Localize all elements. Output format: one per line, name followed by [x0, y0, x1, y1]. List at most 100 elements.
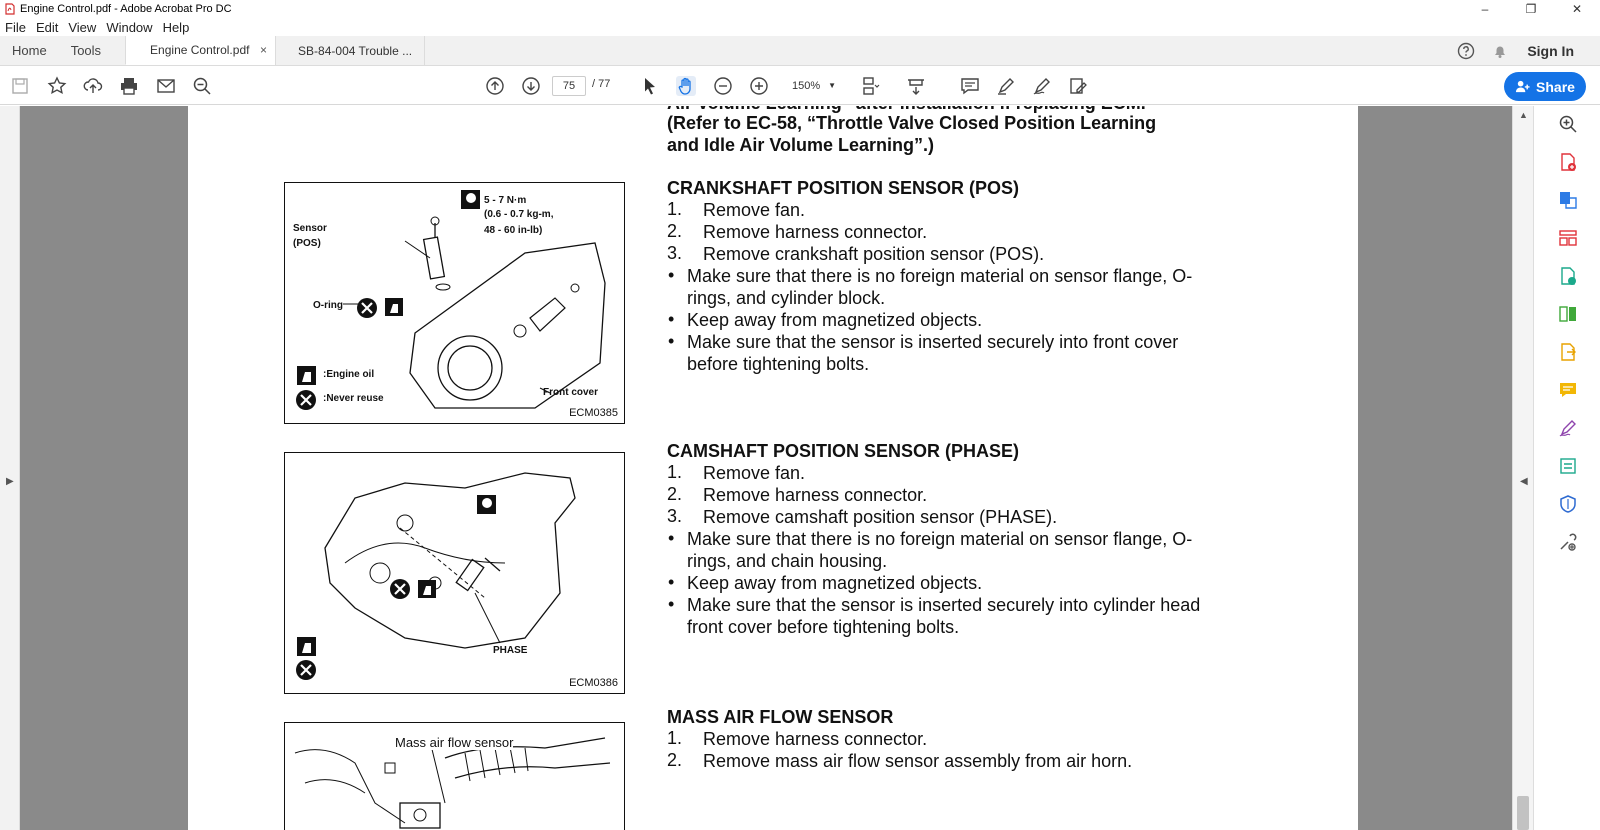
step-number: 1. [667, 199, 683, 219]
figure-ecm0385: 5 - 7 N·m (0.6 - 0.7 kg-m, 48 - 60 in-lb… [284, 182, 625, 424]
share-button[interactable]: Share [1504, 72, 1586, 101]
maf-sensor-label: Mass air flow sensor [395, 735, 514, 750]
step-text: Remove harness connector. [703, 222, 928, 242]
tab-label: SB-84-004 Trouble ... [298, 43, 413, 58]
export-pdf-icon[interactable] [1558, 152, 1578, 172]
close-window-button[interactable]: ✕ [1554, 0, 1600, 18]
tools-pane [1533, 106, 1600, 830]
zoom-out-icon[interactable] [713, 76, 733, 96]
menu-window[interactable]: Window [101, 20, 157, 35]
tab-label: Engine Control.pdf [150, 43, 250, 57]
zoom-in-icon[interactable] [749, 76, 769, 96]
vertical-scrollbar[interactable]: ▲ ◀ [1512, 106, 1533, 830]
edit-pdf-icon[interactable] [1558, 266, 1578, 286]
tab-sb-84-004[interactable]: SB-84-004 Trouble ... [275, 36, 426, 65]
bullet: • [668, 331, 675, 351]
bullet-text: Keep away from magnetized objects. [687, 573, 983, 593]
organize-pages-icon[interactable] [1558, 228, 1578, 248]
collapse-right-icon[interactable]: ◀ [1520, 476, 1528, 487]
upload-cloud-icon[interactable] [83, 76, 103, 96]
tab-engine-control[interactable]: Engine Control.pdf × [125, 36, 276, 65]
step-text: Remove fan. [703, 463, 806, 483]
bullet-text: before tightening bolts. [687, 354, 870, 374]
create-pdf-icon[interactable] [1558, 190, 1578, 210]
page-display-icon[interactable] [860, 76, 880, 96]
sign-icon[interactable] [1032, 76, 1052, 96]
sign-in-button[interactable]: Sign In [1527, 43, 1574, 59]
phase-label: PHASE [493, 645, 528, 656]
comment-icon[interactable] [960, 76, 980, 96]
highlight-pen-icon[interactable] [996, 76, 1016, 96]
next-page-icon[interactable] [521, 76, 541, 96]
export-file-icon[interactable] [1558, 342, 1578, 362]
step-number: 2. [667, 750, 683, 770]
protect-shield-icon[interactable] [1558, 494, 1578, 514]
print-production-icon[interactable] [1558, 456, 1578, 476]
more-tools-icon[interactable] [1558, 532, 1578, 552]
bullet: • [668, 594, 675, 614]
fill-sign-tool-icon[interactable] [1558, 418, 1578, 438]
page-number-input[interactable]: 75 [552, 76, 586, 96]
legend-never-reuse: :Never reuse [323, 393, 384, 404]
save-icon[interactable] [10, 76, 30, 96]
email-icon[interactable] [156, 76, 176, 96]
main-toolbar: 75 / 77 150% ▼ Share [0, 67, 1600, 105]
tab-tools[interactable]: Tools [59, 36, 125, 65]
close-tab-icon[interactable]: × [260, 43, 267, 57]
comment-tool-icon[interactable] [1558, 380, 1578, 400]
scroll-thumb[interactable] [1517, 796, 1529, 830]
window-titlebar: Engine Control.pdf - Adobe Acrobat Pro D… [0, 0, 1600, 18]
pdf-page: Air Volume Learning” after installation … [188, 106, 1358, 830]
expand-left-icon: ▶ [6, 476, 14, 487]
acrobat-logo-icon [5, 3, 15, 15]
step-text: Remove harness connector. [703, 485, 928, 505]
camshaft-sensor-diagram [296, 472, 576, 680]
bookmark-star-icon[interactable] [47, 76, 67, 96]
figure-code: ECM0386 [569, 677, 618, 689]
share-label: Share [1536, 78, 1575, 95]
menu-view[interactable]: View [63, 20, 101, 35]
add-user-icon [1515, 80, 1530, 93]
step-number: 3. [667, 243, 683, 263]
bullet-text: Make sure that the sensor is inserted se… [687, 332, 1179, 352]
bullet-text: rings, and cylinder block. [687, 288, 886, 308]
step-number: 1. [667, 728, 683, 748]
zoom-select[interactable]: 150% ▼ [780, 76, 844, 96]
bullet-text: rings, and chain housing. [687, 551, 888, 571]
fill-sign-icon[interactable] [1068, 76, 1088, 96]
page-total: / 77 [592, 78, 611, 90]
window-title: Engine Control.pdf - Adobe Acrobat Pro D… [20, 3, 232, 15]
left-panel-toggle[interactable]: ▶ [0, 106, 20, 830]
menu-help[interactable]: Help [158, 20, 195, 35]
zoom-value: 150% [792, 80, 821, 92]
minimize-button[interactable]: – [1462, 0, 1508, 18]
bullet-text: Keep away from magnetized objects. [687, 310, 983, 330]
step-text: Remove mass air flow sensor assembly fro… [703, 751, 1133, 771]
compare-files-icon[interactable] [1558, 304, 1578, 324]
figure-maf: Mass air flow sensor [284, 722, 625, 830]
document-viewport[interactable]: ▶ Air Volume Learning” after installatio… [0, 106, 1533, 830]
step-number: 1. [667, 462, 683, 482]
search-zoom-icon[interactable] [1558, 114, 1578, 134]
menu-edit[interactable]: Edit [31, 20, 63, 35]
hand-tool-icon[interactable] [676, 76, 696, 96]
select-cursor-icon[interactable] [640, 76, 660, 96]
menu-file[interactable]: File [0, 20, 31, 35]
step-text: Remove fan. [703, 200, 806, 220]
step-text: Remove harness connector. [703, 729, 928, 749]
scrolling-mode-icon[interactable] [906, 76, 926, 96]
scroll-up-icon[interactable]: ▲ [1519, 110, 1528, 120]
sensor-label: Sensor [293, 223, 327, 234]
torque-spec: 48 - 60 in-lb) [484, 225, 543, 236]
help-icon[interactable] [1457, 42, 1475, 60]
restore-button[interactable]: ❐ [1508, 0, 1554, 18]
menu-bar: File Edit View Window Help [0, 18, 1600, 36]
intro-line-1: (Refer to EC-58, “Throttle Valve Closed … [667, 113, 1157, 133]
notifications-bell-icon[interactable] [1491, 42, 1509, 60]
find-zoom-icon[interactable] [192, 76, 212, 96]
sensor-label: (POS) [293, 238, 321, 249]
previous-page-icon[interactable] [485, 76, 505, 96]
tab-home[interactable]: Home [0, 36, 59, 65]
tab-bar: Home Tools Engine Control.pdf × SB-84-00… [0, 36, 1600, 66]
print-icon[interactable] [119, 76, 139, 96]
